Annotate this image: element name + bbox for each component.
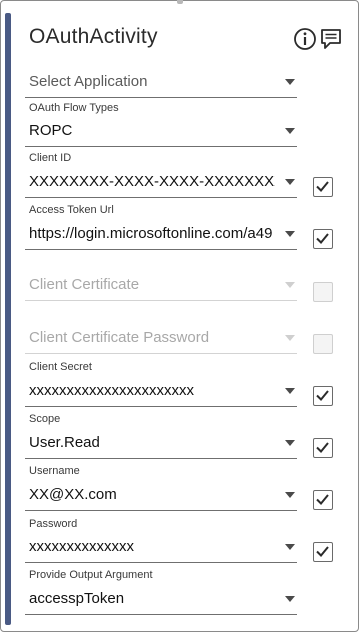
activity-title: OAuthActivity xyxy=(29,25,158,48)
client-id-label: Client ID xyxy=(29,152,72,164)
client-id-checkbox[interactable] xyxy=(313,177,333,197)
scope-label: Scope xyxy=(29,413,61,425)
client-secret-field[interactable]: xxxxxxxxxxxxxxxxxxxxxx xyxy=(25,377,297,407)
password-checkbox[interactable] xyxy=(313,542,333,562)
client-certificate-password-checkbox xyxy=(313,334,333,354)
password-value: xxxxxxxxxxxxxx xyxy=(29,538,134,555)
client-certificate-value: Client Certificate xyxy=(29,276,140,293)
access-token-url-value: https://login.microsoftonline.com/a49 xyxy=(29,225,273,242)
scope-value: User.Read xyxy=(29,434,100,451)
chevron-down-icon xyxy=(285,231,295,237)
password-label: Password xyxy=(29,518,78,530)
info-icon[interactable] xyxy=(293,27,317,51)
chevron-down-icon xyxy=(285,388,295,394)
flow-types-label: OAuth Flow Types xyxy=(29,102,119,114)
resize-handle[interactable] xyxy=(177,0,183,4)
chevron-down-icon xyxy=(285,440,295,446)
chevron-down-icon xyxy=(285,79,295,85)
username-value: XX@XX.com xyxy=(29,486,117,503)
client-certificate-password-field: Client Certificate Password xyxy=(25,324,297,354)
access-token-url-label: Access Token Url xyxy=(29,204,114,216)
flow-types-dropdown[interactable]: ROPC xyxy=(25,117,297,147)
application-dropdown[interactable]: Select Application xyxy=(25,68,297,98)
password-field[interactable]: xxxxxxxxxxxxxx xyxy=(25,533,297,563)
accent-bar xyxy=(5,13,11,625)
access-token-url-field[interactable]: https://login.microsoftonline.com/a49 xyxy=(25,220,297,250)
scope-field[interactable]: User.Read xyxy=(25,429,297,459)
activity-card: OAuthActivity Select Application OAuth F… xyxy=(0,0,359,632)
chevron-down-icon xyxy=(285,596,295,602)
client-certificate-checkbox xyxy=(313,282,333,302)
header-icons xyxy=(293,27,343,51)
username-checkbox[interactable] xyxy=(313,490,333,510)
chevron-down-icon xyxy=(285,544,295,550)
chevron-down-icon xyxy=(285,335,295,341)
chevron-down-icon xyxy=(285,492,295,498)
client-id-value: XXXXXXXX-XXXX-XXXX-XXXXXXXX xyxy=(29,173,275,190)
scope-checkbox[interactable] xyxy=(313,438,333,458)
output-argument-field[interactable]: accesspToken xyxy=(25,585,297,615)
client-secret-label: Client Secret xyxy=(29,361,92,373)
comment-icon[interactable] xyxy=(319,27,343,51)
flow-types-value: ROPC xyxy=(29,122,73,139)
application-value: Select Application xyxy=(29,73,148,90)
output-argument-value: accesspToken xyxy=(29,590,125,607)
access-token-url-checkbox[interactable] xyxy=(313,229,333,249)
client-certificate-password-value: Client Certificate Password xyxy=(29,329,210,346)
output-argument-label: Provide Output Argument xyxy=(29,569,153,581)
username-label: Username xyxy=(29,465,80,477)
chevron-down-icon xyxy=(285,179,295,185)
client-id-field[interactable]: XXXXXXXX-XXXX-XXXX-XXXXXXXX xyxy=(25,168,297,198)
client-certificate-field: Client Certificate xyxy=(25,271,297,301)
client-secret-checkbox[interactable] xyxy=(313,386,333,406)
username-field[interactable]: XX@XX.com xyxy=(25,481,297,511)
client-secret-value: xxxxxxxxxxxxxxxxxxxxxx xyxy=(29,382,194,399)
chevron-down-icon xyxy=(285,128,295,134)
chevron-down-icon xyxy=(285,282,295,288)
